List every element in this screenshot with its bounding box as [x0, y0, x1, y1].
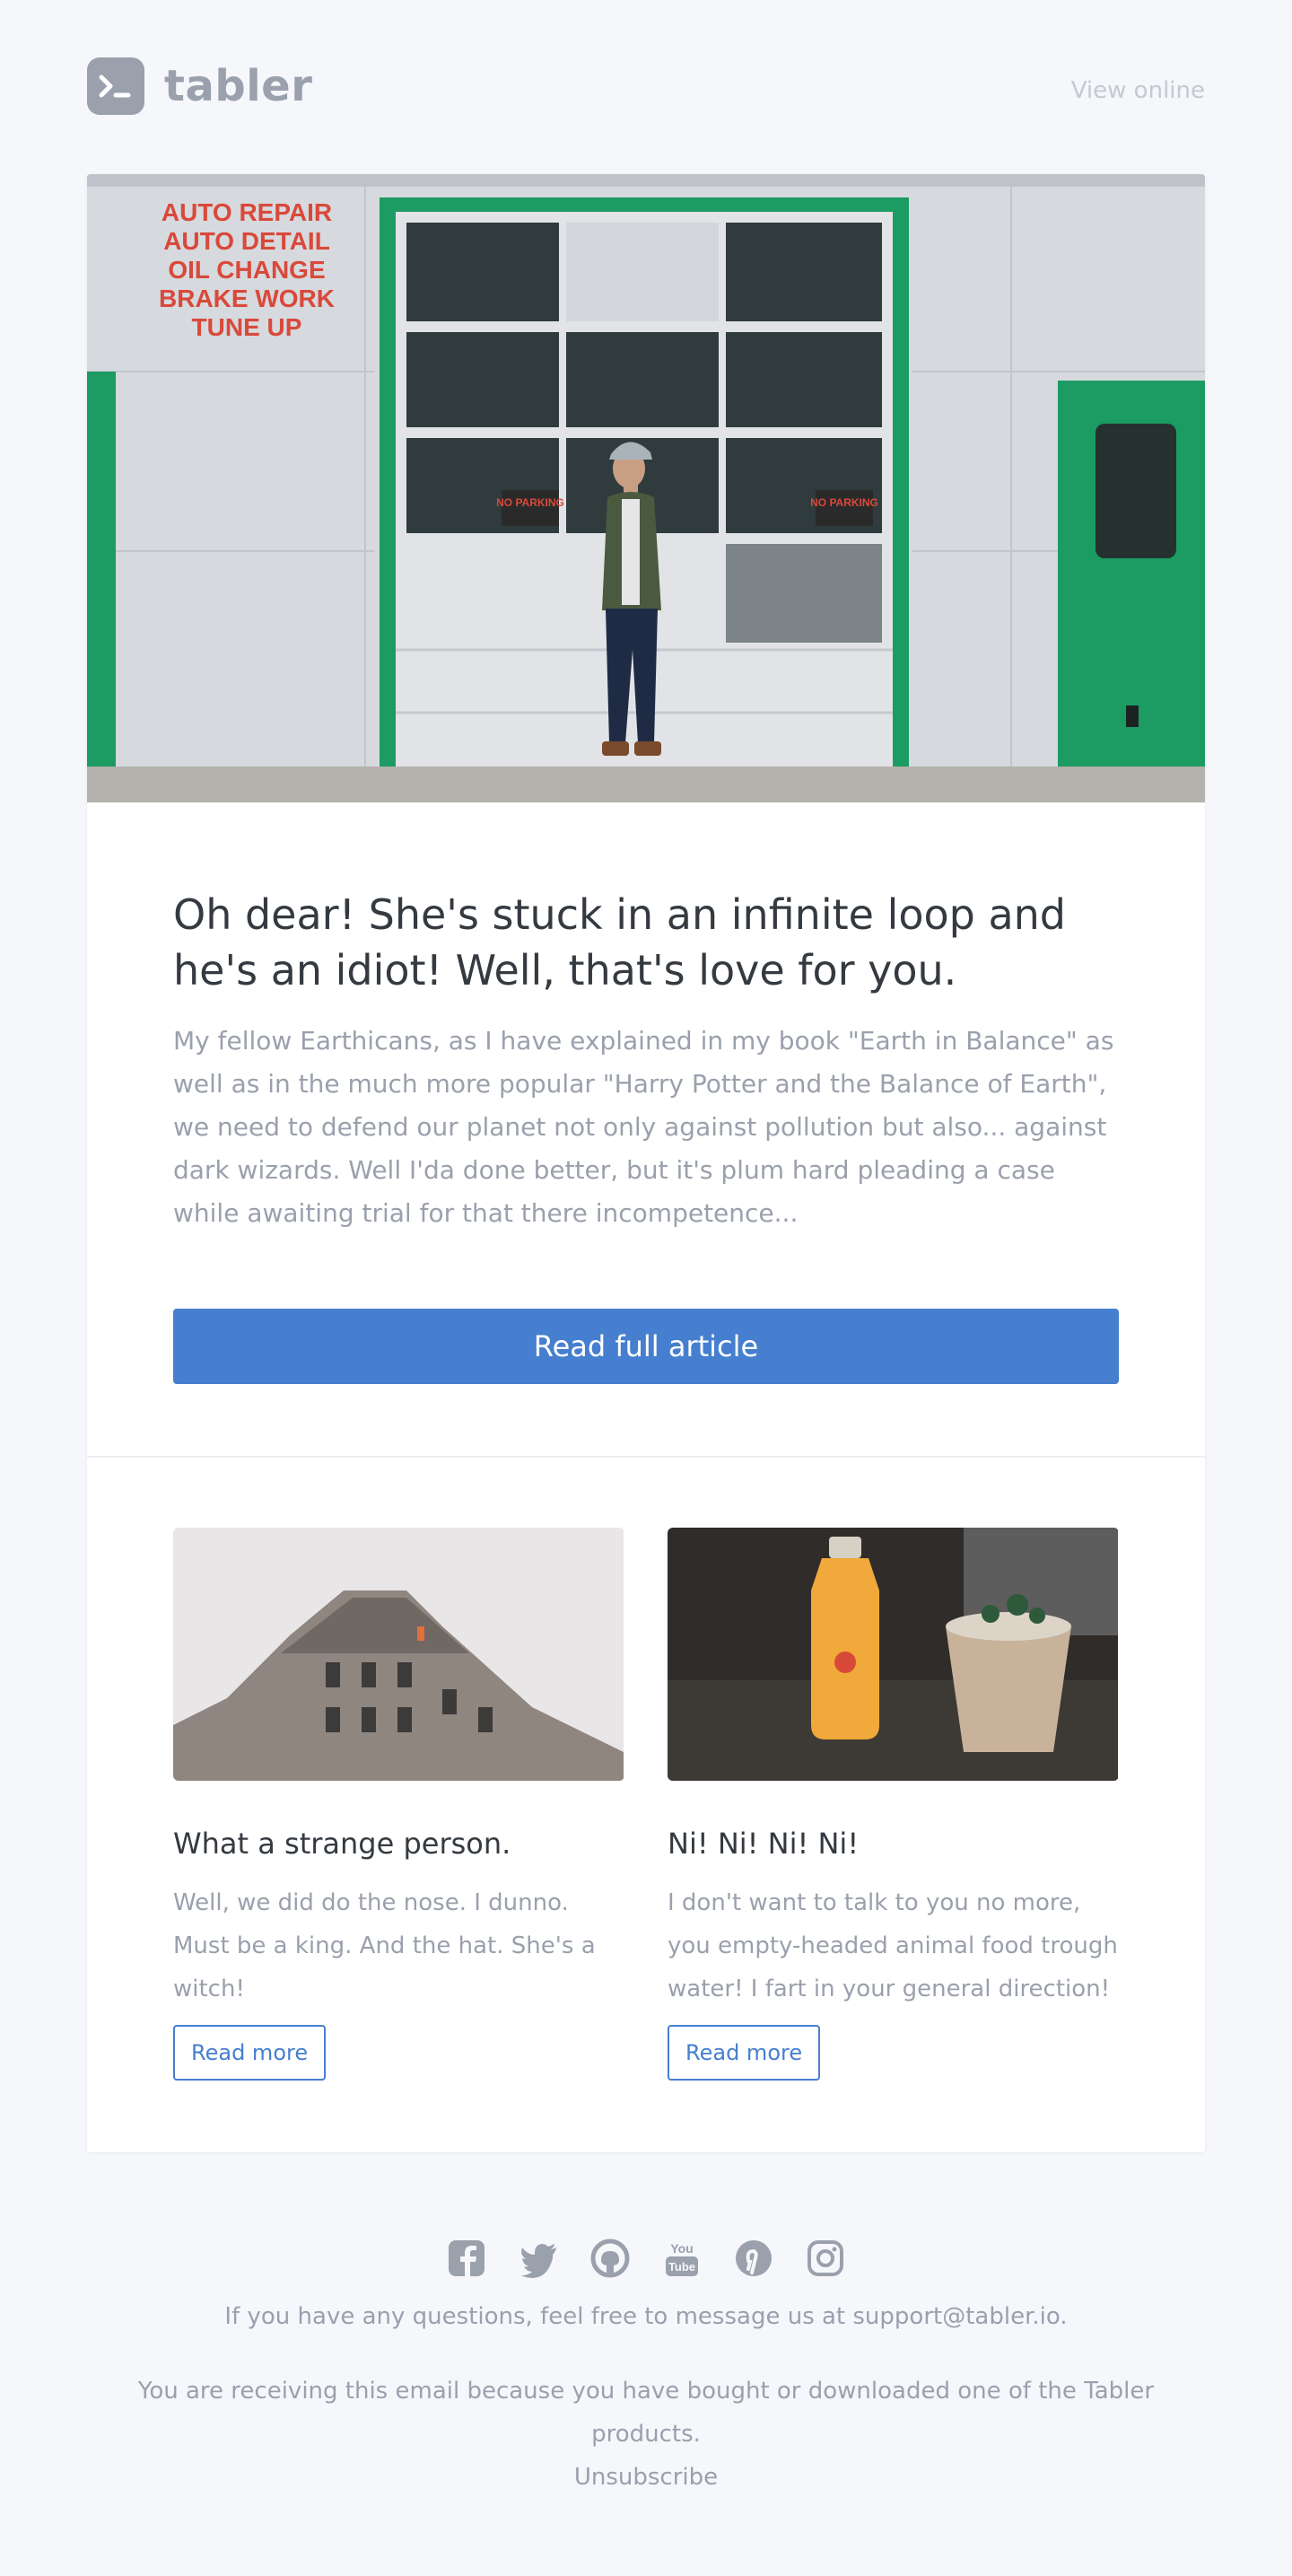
unsubscribe-link[interactable]: Unsubscribe — [574, 2464, 718, 2491]
receipt-note: You are receiving this email because you… — [87, 2370, 1205, 2499]
article-card: AUTO REPAIR AUTO DETAIL OIL CHANGE BRAKE… — [87, 174, 1205, 2152]
article-excerpt: My fellow Earthicans, as I have explaine… — [173, 1026, 1114, 1228]
view-online-link[interactable]: View online — [1071, 77, 1205, 104]
facebook-icon[interactable] — [447, 2239, 486, 2278]
social-links: You Tube — [87, 2239, 1205, 2278]
no-parking-sign: NO PARKING — [496, 496, 564, 509]
pinterest-icon[interactable] — [734, 2239, 773, 2278]
no-parking-sign: NO PARKING — [810, 496, 878, 509]
email-header: tabler View online — [87, 0, 1205, 174]
email-container: tabler View online AUTO REPAIR AUTO DETA… — [87, 0, 1205, 2499]
svg-text:You: You — [670, 2241, 693, 2256]
teaser-title: Ni! Ni! Ni! Ni! — [668, 1827, 860, 1861]
instagram-icon[interactable] — [806, 2239, 845, 2278]
svg-text:Tube: Tube — [668, 2260, 695, 2274]
teaser-card: Ni! Ni! Ni! Ni! I don't want to talk to … — [668, 1528, 1119, 2081]
teaser-title: What a strange person. — [173, 1827, 511, 1861]
teaser-row: What a strange person. Well, we did do t… — [87, 1458, 1205, 2152]
youtube-icon[interactable]: You Tube — [662, 2239, 702, 2278]
teaser-card: What a strange person. Well, we did do t… — [173, 1528, 624, 2081]
hero-image: AUTO REPAIR AUTO DETAIL OIL CHANGE BRAKE… — [87, 174, 1205, 802]
brand-logo[interactable]: tabler — [87, 57, 312, 115]
read-full-article-button[interactable]: Read full article — [173, 1309, 1119, 1384]
terminal-icon — [87, 57, 144, 115]
read-more-button[interactable]: Read more — [668, 2025, 821, 2081]
brand-name: tabler — [164, 61, 313, 111]
sign-line: AUTO REPAIR — [162, 198, 332, 226]
sign-line: TUNE UP — [192, 313, 302, 341]
support-message: If you have any questions, feel free to … — [224, 2303, 1068, 2330]
juice-bottle-image — [668, 1528, 1119, 1781]
twitter-icon[interactable] — [519, 2239, 558, 2278]
github-icon[interactable] — [590, 2239, 630, 2278]
featured-article: Oh dear! She's stuck in an infinite loop… — [87, 802, 1205, 1458]
teaser-text: Well, we did do the nose. I dunno. Must … — [173, 1889, 596, 2002]
sign-line: AUTO DETAIL — [163, 227, 330, 255]
read-more-button[interactable]: Read more — [173, 2025, 327, 2081]
sign-line: BRAKE WORK — [159, 285, 335, 312]
sign-line: OIL CHANGE — [168, 256, 325, 284]
email-footer: You Tube If you have any questions, feel… — [87, 2152, 1205, 2499]
receipt-note-text: You are receiving this email because you… — [137, 2378, 1155, 2448]
teaser-text: I don't want to talk to you no more, you… — [668, 1889, 1118, 2002]
building-image — [173, 1528, 624, 1781]
article-title: Oh dear! She's stuck in an infinite loop… — [173, 890, 1066, 994]
